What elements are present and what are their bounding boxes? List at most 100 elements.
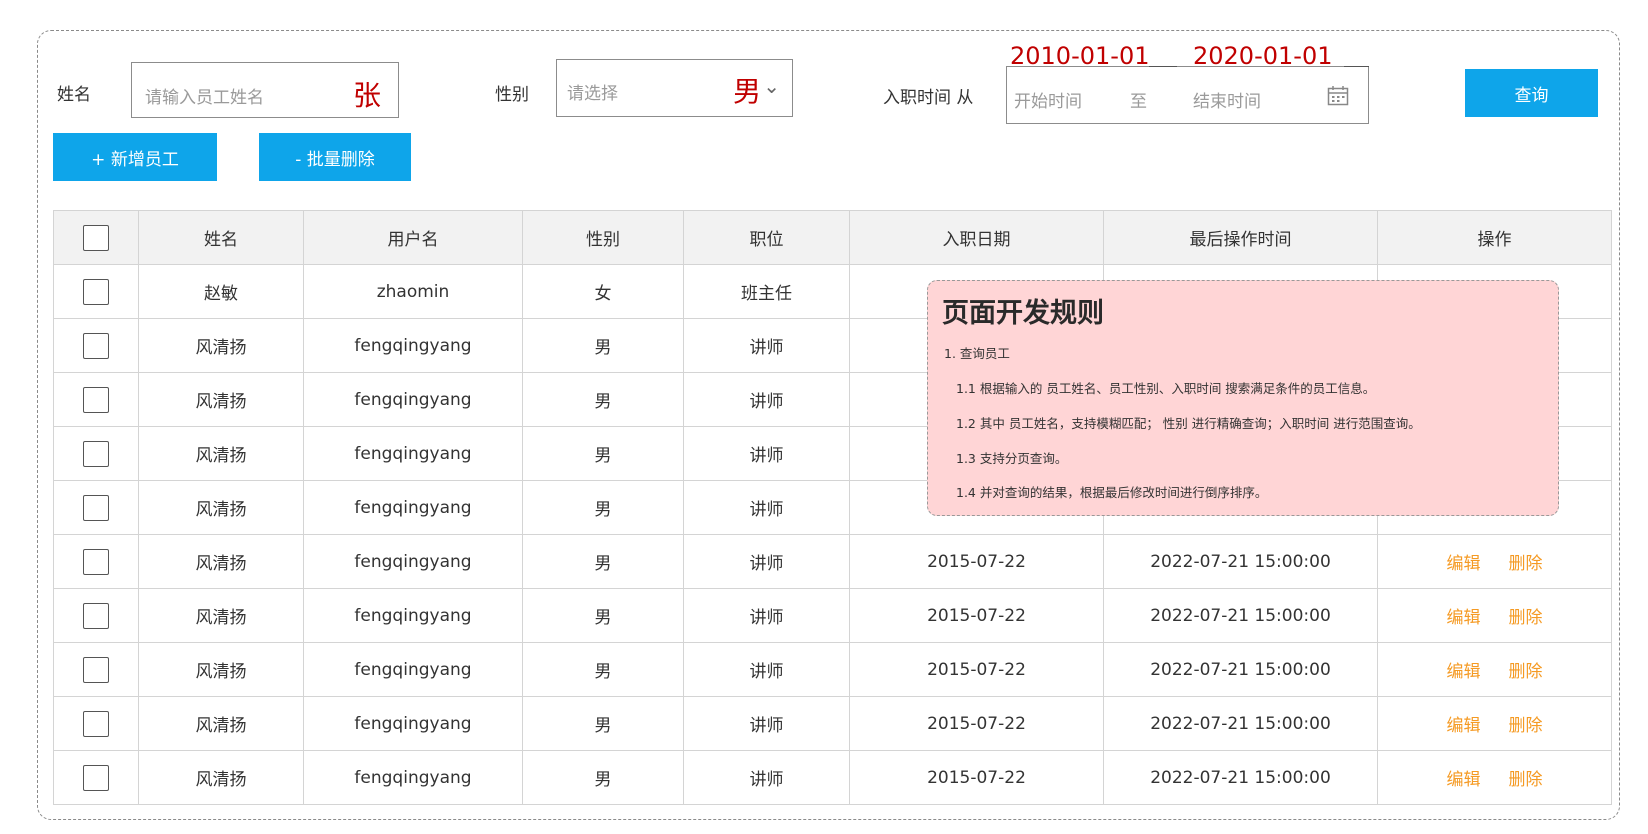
start-date-input[interactable]: 开始时间: [1014, 87, 1082, 112]
delete-button[interactable]: 删除: [1509, 662, 1543, 682]
name-placeholder: 请输入员工姓名: [145, 88, 264, 108]
hire-date-range-picker[interactable]: 开始时间 至 结束时间: [1006, 66, 1369, 124]
cell-position: 讲师: [683, 372, 850, 427]
cell-actions: 编辑 删除: [1377, 534, 1612, 589]
row-checkbox[interactable]: [83, 278, 109, 305]
cell-position: 讲师: [683, 642, 850, 697]
cell-position: 讲师: [683, 480, 850, 535]
row-checkbox[interactable]: [83, 602, 109, 629]
cell-gender: 男: [522, 750, 684, 805]
cell-actions: 编辑 删除: [1377, 750, 1612, 805]
row-select-cell: [53, 588, 139, 643]
name-example-annotation: 张: [353, 79, 382, 112]
row-checkbox[interactable]: [83, 656, 109, 683]
cell-username: fengqingyang: [303, 426, 523, 481]
cell-gender: 男: [522, 480, 684, 535]
table-row: 风清扬 fengqingyang 男讲师 2015-07-22 2022-07-21 1…: [53, 642, 1612, 697]
row-select-cell: [53, 426, 139, 481]
chevron-down-icon: ⌄: [763, 74, 780, 98]
column-header: 姓名: [138, 210, 304, 265]
cell-username: fengqingyang: [303, 318, 523, 373]
row-checkbox[interactable]: [83, 548, 109, 575]
cell-actions: 编辑 删除: [1377, 696, 1612, 751]
note-line: 1.4 并对查询的结果，根据最后修改时间进行倒序排序。: [956, 485, 1268, 500]
row-checkbox[interactable]: [83, 764, 109, 791]
note-line: 1. 查询员工: [944, 346, 1010, 361]
row-checkbox[interactable]: [83, 494, 109, 521]
query-button[interactable]: 查询: [1465, 69, 1598, 117]
delete-button[interactable]: 删除: [1509, 716, 1543, 736]
column-header: 性别: [522, 210, 684, 265]
cell-name: 风清扬: [138, 588, 304, 643]
gender-example-annotation: 男: [733, 75, 762, 108]
column-header: 职位: [683, 210, 850, 265]
cell-username: fengqingyang: [303, 642, 523, 697]
cell-gender: 男: [522, 696, 684, 751]
edit-button[interactable]: 编辑: [1447, 554, 1481, 574]
annotation-underline: [1149, 66, 1177, 67]
note-line: 1.2 其中 员工姓名，支持模糊匹配； 性别 进行精确查询；入职时间 进行范围查…: [956, 416, 1421, 431]
row-checkbox[interactable]: [83, 386, 109, 413]
cell-hire-date: 2015-07-22: [849, 534, 1104, 589]
table-header-row: 姓名 用户名 性别 职位 入职日期 最后操作时间 操作: [53, 210, 1612, 265]
cell-gender: 男: [522, 318, 684, 373]
name-label: 姓名: [57, 85, 91, 105]
cell-gender: 男: [522, 642, 684, 697]
cell-last-operation-time: 2022-07-21 15:00:00: [1103, 588, 1378, 643]
cell-last-operation-time: 2022-07-21 15:00:00: [1103, 642, 1378, 697]
cell-username: fengqingyang: [303, 588, 523, 643]
range-separator: 至: [1130, 92, 1147, 112]
gender-placeholder: 请选择: [567, 84, 618, 104]
cell-name: 风清扬: [138, 372, 304, 427]
cell-name: 风清扬: [138, 642, 304, 697]
cell-position: 讲师: [683, 696, 850, 751]
note-line: 1.1 根据输入的 员工姓名、员工性别、入职时间 搜索满足条件的员工信息。: [956, 381, 1376, 396]
cell-name: 赵敏: [138, 264, 304, 319]
cell-actions: 编辑 删除: [1377, 642, 1612, 697]
cell-position: 讲师: [683, 588, 850, 643]
row-select-cell: [53, 642, 139, 697]
cell-last-operation-time: 2022-07-21 15:00:00: [1103, 750, 1378, 805]
delete-button[interactable]: 删除: [1509, 770, 1543, 790]
column-header: 用户名: [303, 210, 523, 265]
row-select-cell: [53, 480, 139, 535]
edit-button[interactable]: 编辑: [1447, 608, 1481, 628]
cell-username: fengqingyang: [303, 750, 523, 805]
cell-hire-date: 2015-07-22: [849, 696, 1104, 751]
column-header: 入职日期: [849, 210, 1104, 265]
cell-name: 风清扬: [138, 750, 304, 805]
end-date-input[interactable]: 结束时间: [1193, 87, 1261, 112]
row-checkbox[interactable]: [83, 440, 109, 467]
delete-button[interactable]: 删除: [1509, 608, 1543, 628]
row-checkbox[interactable]: [83, 332, 109, 359]
edit-button[interactable]: 编辑: [1447, 716, 1481, 736]
edit-button[interactable]: 编辑: [1447, 770, 1481, 790]
table-row: 风清扬 fengqingyang 男讲师 2015-07-22 2022-07-21 1…: [53, 750, 1612, 805]
table-row: 风清扬 fengqingyang 男讲师 2015-07-22 2022-07-21 1…: [53, 588, 1612, 643]
cell-name: 风清扬: [138, 426, 304, 481]
batch-delete-button[interactable]: - 批量删除: [259, 133, 411, 181]
note-line: 1.3 支持分页查询。: [956, 451, 1068, 466]
row-checkbox[interactable]: [83, 710, 109, 737]
add-employee-button[interactable]: + 新增员工: [53, 133, 217, 181]
gender-label: 性别: [495, 85, 529, 105]
cell-username: fengqingyang: [303, 480, 523, 535]
delete-button[interactable]: 删除: [1509, 554, 1543, 574]
calendar-icon[interactable]: [1327, 85, 1349, 106]
cell-gender: 男: [522, 534, 684, 589]
cell-position: 讲师: [683, 426, 850, 481]
cell-gender: 女: [522, 264, 684, 319]
cell-hire-date: 2015-07-22: [849, 750, 1104, 805]
cell-username: zhaomin: [303, 264, 523, 319]
row-select-cell: [53, 750, 139, 805]
start-date-annotation: 2010-01-01: [1010, 42, 1150, 70]
edit-button[interactable]: 编辑: [1447, 662, 1481, 682]
cell-actions: 编辑 删除: [1377, 588, 1612, 643]
cell-gender: 男: [522, 426, 684, 481]
cell-username: fengqingyang: [303, 696, 523, 751]
cell-position: 讲师: [683, 318, 850, 373]
select-all-checkbox[interactable]: [83, 224, 109, 251]
cell-position: 讲师: [683, 750, 850, 805]
cell-position: 讲师: [683, 534, 850, 589]
table-row: 风清扬 fengqingyang 男讲师 2015-07-22 2022-07-21 1…: [53, 696, 1612, 751]
